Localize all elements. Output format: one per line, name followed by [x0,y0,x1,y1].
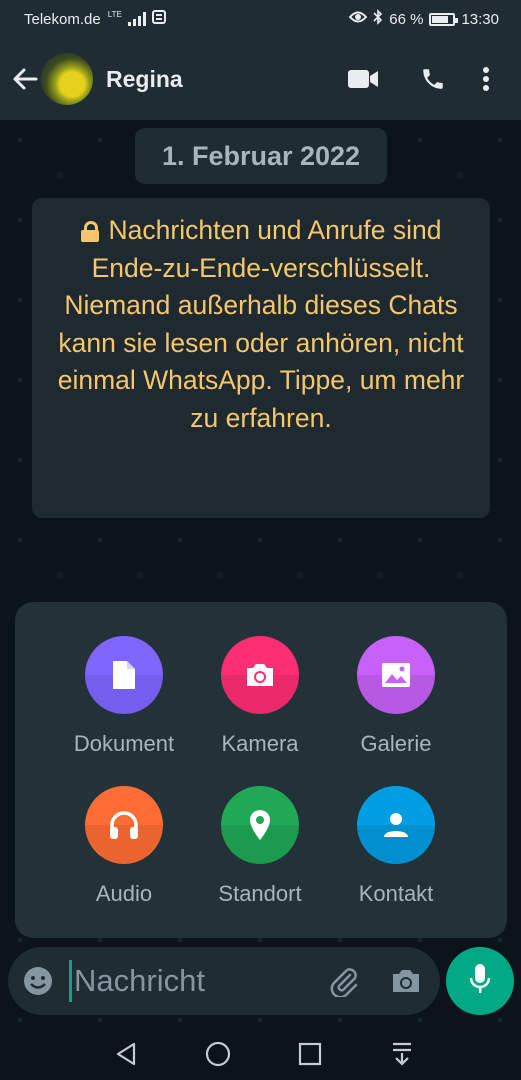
contact-icon [357,786,435,864]
document-icon [85,636,163,714]
camera-icon[interactable] [386,961,426,1001]
status-left: Telekom.de LTE [24,10,166,28]
status-bar: Telekom.de LTE 66 % 13:30 [0,0,521,38]
emoji-icon[interactable] [22,965,54,997]
attach-location-button[interactable]: Standort [190,786,330,907]
attach-document-button[interactable]: Dokument [54,636,194,757]
recents-square-icon[interactable] [295,1039,325,1069]
battery-icon [429,12,459,26]
location-icon [221,786,299,864]
home-circle-icon[interactable] [203,1039,233,1069]
voice-call-icon[interactable] [409,55,457,103]
date-chip: 1. Februar 2022 [135,128,387,184]
microphone-icon [469,963,491,1000]
mic-button[interactable] [446,947,514,1015]
attach-label: Dokument [73,731,175,756]
notification-pull-icon[interactable] [387,1039,417,1069]
encryption-notice-text: Nachrichten und Anrufe sind Ende-zu-Ende… [57,215,465,433]
attach-label: Audio [95,881,153,906]
attach-label: Kontakt [358,881,434,906]
carrier-label: Telekom.de [24,10,101,28]
text-cursor [69,960,72,1002]
notification-icon [151,10,166,28]
chat-header: Regina [0,38,521,120]
arrow-left-icon[interactable] [10,64,40,94]
attach-icon[interactable] [324,961,364,1001]
bluetooth-icon [373,9,383,29]
attach-gallery-button[interactable]: Galerie [326,636,466,757]
attach-audio-button[interactable]: Audio [54,786,194,907]
encryption-notice[interactable]: Nachrichten und Anrufe sind Ende-zu-Ende… [32,198,490,518]
attach-label: Standort [218,881,302,906]
video-call-icon[interactable] [339,55,387,103]
battery-percent: 66 % [389,10,424,28]
message-composer [8,947,440,1015]
more-vert-icon[interactable] [471,55,501,103]
attach-label: Galerie [360,731,432,756]
attach-label: Kamera [221,731,299,756]
gallery-icon [357,636,435,714]
signal-icon [127,12,146,26]
status-right: 66 % 13:30 [348,9,499,29]
network-type: LTE [107,9,122,19]
avatar[interactable] [41,53,93,105]
contact-name[interactable]: Regina [106,66,317,93]
attach-contact-button[interactable]: Kontakt [326,786,466,907]
system-nav-bar [0,1028,521,1080]
attachment-panel: Dokument Kamera Galerie Audio Standort K… [15,602,507,938]
lock-icon [80,221,99,242]
message-input[interactable] [74,963,302,999]
eye-icon [348,10,368,28]
headphones-icon [85,786,163,864]
clock: 13:30 [461,10,499,28]
camera-icon [221,636,299,714]
attach-camera-button[interactable]: Kamera [190,636,330,757]
back-triangle-icon[interactable] [111,1039,141,1069]
